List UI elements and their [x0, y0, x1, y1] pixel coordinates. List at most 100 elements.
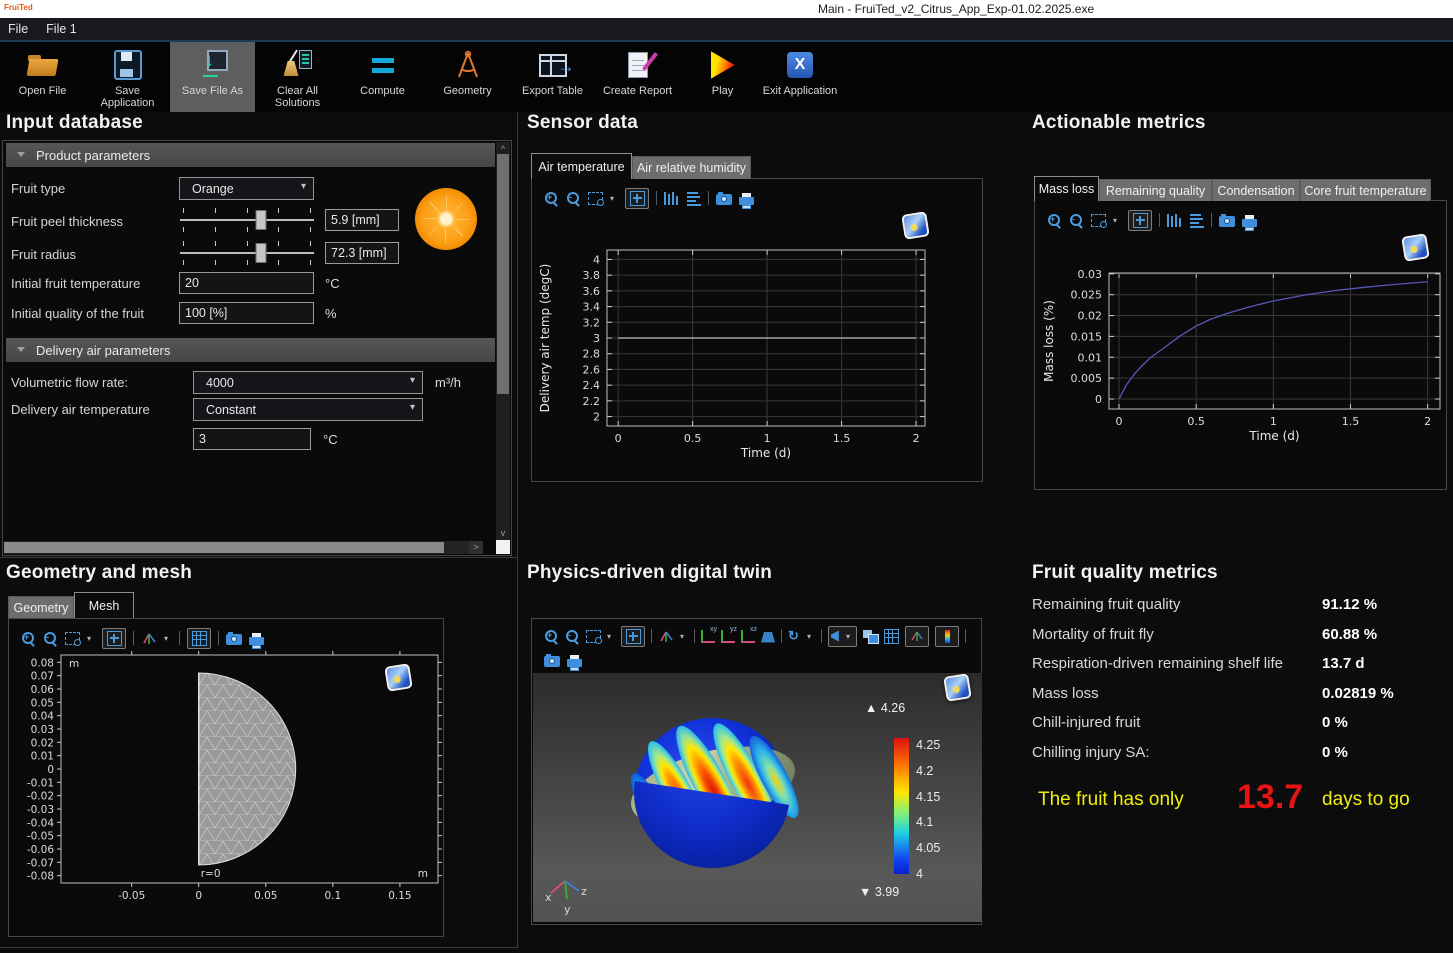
- axis-orientation-icon[interactable]: [141, 631, 157, 646]
- svg-text:2: 2: [593, 411, 600, 424]
- radius-slider-handle[interactable]: [255, 243, 266, 263]
- product-parameters-header[interactable]: Product parameters: [6, 143, 495, 167]
- colorbar-tick: 4.15: [916, 791, 940, 803]
- metric-value: 0.02819 %: [1322, 685, 1394, 702]
- zoom-box-icon[interactable]: [588, 192, 603, 205]
- zoom-in-icon[interactable]: +: [544, 191, 559, 206]
- zoom-box-caret-icon[interactable]: [610, 192, 618, 204]
- fruit-type-select[interactable]: Orange: [179, 177, 314, 200]
- tab-mass-loss[interactable]: Mass loss: [1034, 176, 1099, 201]
- zoom-out-icon[interactable]: -: [1069, 213, 1084, 228]
- exit-application-button[interactable]: Exit Application: [765, 42, 835, 112]
- zoom-extents-icon[interactable]: [1133, 213, 1148, 228]
- axis-orientation-icon[interactable]: [658, 629, 674, 644]
- zoom-in-icon[interactable]: +: [1047, 213, 1062, 228]
- zoom-extents-icon[interactable]: [630, 191, 645, 206]
- rotate-icon[interactable]: [788, 629, 801, 643]
- menu-file[interactable]: File: [8, 22, 28, 36]
- tab-mesh[interactable]: Mesh: [74, 592, 134, 618]
- zoom-in-icon[interactable]: +: [544, 629, 559, 644]
- tab-geometry[interactable]: Geometry: [8, 596, 74, 618]
- air-temp-select[interactable]: Constant: [193, 398, 423, 421]
- zoom-box-icon[interactable]: [1091, 214, 1106, 227]
- y-axis-log-icon[interactable]: [687, 191, 701, 206]
- screenshot-icon[interactable]: [716, 194, 732, 205]
- zoom-box-caret-icon[interactable]: [607, 630, 615, 642]
- zoom-extents-icon[interactable]: [107, 631, 122, 646]
- perspective-icon[interactable]: [761, 632, 775, 643]
- mass-loss-chart[interactable]: 00.511.5200.0050.010.0150.020.0250.03Tim…: [1041, 233, 1443, 443]
- print-icon[interactable]: [739, 197, 754, 205]
- air-temp-setpoint-input[interactable]: 3: [193, 428, 311, 450]
- peel-slider-handle[interactable]: [255, 210, 266, 230]
- horizontal-scrollbar[interactable]: >: [4, 541, 483, 554]
- delivery-air-header[interactable]: Delivery air parameters: [6, 338, 495, 362]
- peel-thickness-slider[interactable]: [179, 208, 315, 232]
- transparency-icon[interactable]: [863, 630, 878, 643]
- create-report-button[interactable]: Create Report: [595, 42, 680, 112]
- play-button[interactable]: Play: [680, 42, 765, 112]
- svg-text:2: 2: [913, 432, 920, 445]
- y-axis-log-icon[interactable]: [1190, 213, 1204, 228]
- zoom-box-caret-icon[interactable]: [1113, 214, 1121, 226]
- tab-condensation[interactable]: Condensation: [1212, 179, 1300, 201]
- comsol-logo-icon[interactable]: [943, 673, 972, 702]
- zoom-out-icon[interactable]: -: [565, 629, 580, 644]
- view-xy-icon[interactable]: [701, 630, 715, 643]
- scene-light-caret-icon[interactable]: [846, 630, 854, 642]
- zoom-out-icon[interactable]: -: [566, 191, 581, 206]
- vertical-scrollbar[interactable]: ^ v: [496, 142, 510, 540]
- twin-3d-viewport[interactable]: ▲ 4.26 4.254.24.154.14.054 ▼ 3.99 x y z: [533, 673, 982, 922]
- rotate-caret-icon[interactable]: [807, 630, 815, 642]
- show-legend-icon[interactable]: [945, 630, 950, 643]
- view-yz-icon[interactable]: [721, 630, 735, 643]
- axis-orientation-caret-icon[interactable]: [680, 630, 688, 642]
- print-icon[interactable]: [567, 659, 582, 667]
- svg-text:0.04: 0.04: [31, 711, 55, 723]
- axis-orientation-caret-icon[interactable]: [164, 632, 172, 644]
- save-application-button[interactable]: Save Application: [85, 42, 170, 112]
- grid-toggle-icon[interactable]: [884, 629, 899, 644]
- zoom-extents-icon[interactable]: [626, 629, 641, 644]
- scrollbar-corner: [496, 540, 510, 554]
- tab-remaining-quality[interactable]: Remaining quality: [1099, 179, 1212, 201]
- grid-toggle-icon[interactable]: [192, 631, 207, 646]
- screenshot-icon[interactable]: [544, 656, 560, 667]
- mesh-view[interactable]: -0.0500.050.10.150.080.070.060.050.040.0…: [15, 646, 443, 904]
- save-file-as-button[interactable]: ↓ Save File As: [170, 42, 255, 112]
- svg-text:0: 0: [195, 890, 202, 902]
- export-table-button[interactable]: → Export Table: [510, 42, 595, 112]
- init-quality-input[interactable]: 100 [%]: [179, 302, 314, 324]
- print-icon[interactable]: [249, 637, 264, 645]
- svg-text:0.5: 0.5: [1187, 415, 1205, 428]
- menu-file1[interactable]: File 1: [46, 22, 77, 36]
- show-axes-icon[interactable]: [910, 630, 924, 643]
- screenshot-icon[interactable]: [226, 634, 242, 645]
- tab-air-temperature[interactable]: Air temperature: [531, 153, 632, 179]
- fruit-radius-slider[interactable]: [179, 241, 315, 265]
- peel-thickness-value[interactable]: 5.9 [mm]: [325, 209, 399, 231]
- clear-all-solutions-button[interactable]: Clear All Solutions: [255, 42, 340, 112]
- zoom-out-icon[interactable]: -: [43, 631, 58, 646]
- compute-button[interactable]: Compute: [340, 42, 425, 112]
- zoom-in-icon[interactable]: +: [21, 631, 36, 646]
- init-temp-input[interactable]: 20: [179, 272, 314, 294]
- tab-air-relative-humidity[interactable]: Air relative humidity: [632, 156, 751, 179]
- svg-text:Time (d): Time (d): [740, 446, 791, 460]
- zoom-box-icon[interactable]: [65, 632, 80, 645]
- screenshot-icon[interactable]: [1219, 216, 1235, 227]
- fruit-radius-value[interactable]: 72.3 [mm]: [325, 242, 399, 264]
- zoom-box-caret-icon[interactable]: [87, 632, 95, 644]
- geometry-button[interactable]: Geometry: [425, 42, 510, 112]
- sensor-chart[interactable]: 00.511.5222.22.42.62.833.23.43.63.84Time…: [537, 211, 957, 469]
- print-icon[interactable]: [1242, 219, 1257, 227]
- scene-light-icon[interactable]: [831, 631, 844, 642]
- flow-rate-select[interactable]: 4000: [193, 371, 423, 394]
- zoom-box-icon[interactable]: [586, 630, 601, 643]
- y-axis-lin-icon[interactable]: [1167, 214, 1183, 227]
- open-file-button[interactable]: Open File: [0, 42, 85, 112]
- y-axis-lin-icon[interactable]: [664, 192, 680, 205]
- metric-label: Mortality of fruit fly: [1032, 626, 1154, 643]
- tab-core-fruit-temperature[interactable]: Core fruit temperature: [1300, 179, 1431, 201]
- view-xz-icon[interactable]: [741, 630, 755, 643]
